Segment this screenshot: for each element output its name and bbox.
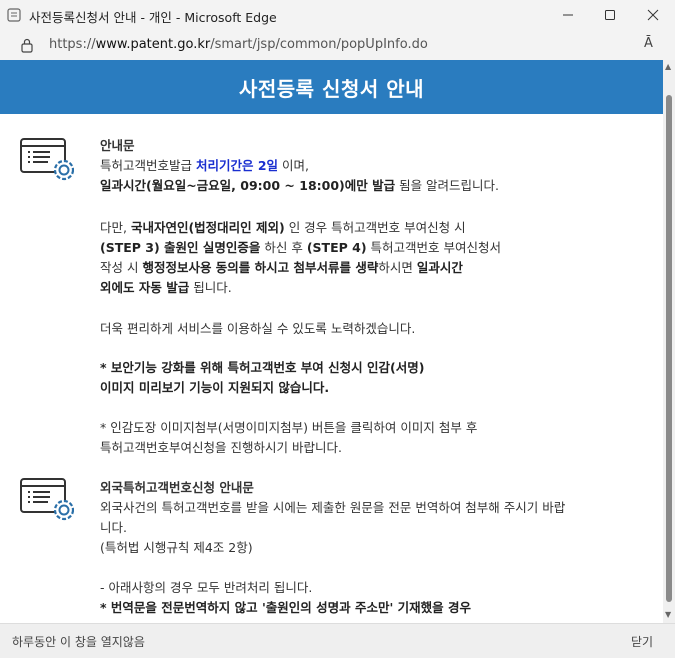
notice-section: 안내문 특허고객번호발급 처리기간은 2일 이며, 일과시간(월요일~금요일, … xyxy=(100,136,645,196)
text-line: 다만, 국내자연인(법정대리인 제외) 인 경우 특허고객번호 부여신청 시 xyxy=(100,220,466,235)
notice-paragraph: 다만, 국내자연인(법정대리인 제외) 인 경우 특허고객번호 부여신청 시 (… xyxy=(100,218,645,298)
window-titlebar: 사전등록신청서 안내 - 개인 - Microsoft Edge xyxy=(0,0,675,30)
text-line: 특허고객번호발급 처리기간은 2일 이며, xyxy=(100,158,309,173)
notice-paragraph: - 아래사항의 경우 모두 반려처리 됩니다. * 번역문을 전문번역하지 않고… xyxy=(100,578,645,618)
maximize-icon xyxy=(605,10,615,20)
popup-footer: 하루동안 이 창을 열지않음 닫기 xyxy=(0,623,675,658)
close-window-button[interactable] xyxy=(631,0,675,30)
notice-paragraph: * 보안기능 강화를 위해 특허고객번호 부여 신청시 인감(서명) 이미지 미… xyxy=(100,358,645,398)
text-line: 특허고객번호부여신청을 진행하시기 바랍니다. xyxy=(100,440,342,455)
dont-show-today-link[interactable]: 하루동안 이 창을 열지않음 xyxy=(12,633,145,650)
lock-icon[interactable] xyxy=(20,37,34,53)
header-band: 사전등록 신청서 안내 xyxy=(0,60,663,114)
section-heading: 외국특허고객번호신청 안내문 xyxy=(100,480,254,495)
section-heading: 안내문 xyxy=(100,138,135,153)
maximize-button[interactable] xyxy=(588,0,632,30)
text-line: * 번역문을 전문번역하지 않고 '출원인의 성명과 주소만' 기재했을 경우 xyxy=(100,600,472,615)
minimize-button[interactable] xyxy=(546,0,590,30)
scroll-up-arrow-icon[interactable]: ▲ xyxy=(665,62,671,71)
notice-paragraph: 더욱 편리하게 서비스를 이용하실 수 있도록 노력하겠습니다. xyxy=(100,319,645,339)
notice-section: 외국특허고객번호신청 안내문 외국사건의 특허고객번호를 받을 시에는 제출한 … xyxy=(100,478,645,558)
notice-content: 안내문 특허고객번호발급 처리기간은 2일 이며, 일과시간(월요일~금요일, … xyxy=(0,114,663,623)
text-line: 작성 시 행정정보사용 동의를 하시고 첨부서류를 생략하시면 일과시간 xyxy=(100,260,463,275)
read-aloud-icon[interactable]: Ā xyxy=(644,36,664,54)
page-title: 사전등록 신청서 안내 xyxy=(238,76,425,101)
text-line: 니다. xyxy=(100,520,127,535)
url-text[interactable]: https://www.patent.go.kr/smart/jsp/commo… xyxy=(49,37,428,52)
text-line: * 인감도장 이미지첨부(서명이미지첨부) 버튼을 클릭하여 이미지 첨부 후 xyxy=(100,420,478,435)
text-line: (STEP 3) 출원인 실명인증을 하신 후 (STEP 4) 특허고객번호 … xyxy=(100,240,502,255)
text-line: (특허법 시행규칙 제4조 2항) xyxy=(100,540,253,555)
scroll-down-arrow-icon[interactable]: ▼ xyxy=(665,610,671,619)
close-icon xyxy=(647,9,659,21)
text-line: 더욱 편리하게 서비스를 이용하실 수 있도록 노력하겠습니다. xyxy=(100,321,416,336)
text-line: 이미지 미리보기 기능이 지원되지 않습니다. xyxy=(100,380,330,395)
text-line: 일과시간(월요일~금요일, 09:00 ~ 18:00)에만 발급 됨을 알려드… xyxy=(100,178,500,193)
text-line: 외국사건의 특허고객번호를 받을 시에는 제출한 원문을 전문 번역하여 첨부해… xyxy=(100,500,566,515)
minimize-icon xyxy=(563,14,573,16)
page-icon xyxy=(7,8,21,22)
text-line: - 아래사항의 경우 모두 반려처리 됩니다. xyxy=(100,580,313,595)
close-link[interactable]: 닫기 xyxy=(631,633,653,650)
window-title: 사전등록신청서 안내 - 개인 - Microsoft Edge xyxy=(29,10,277,25)
document-settings-icon xyxy=(20,478,74,521)
processing-period-highlight: 처리기간은 2일 xyxy=(195,158,279,173)
text-line: * 보안기능 강화를 위해 특허고객번호 부여 신청시 인감(서명) xyxy=(100,360,425,375)
text-line: 외에도 자동 발급 됩니다. xyxy=(100,280,232,295)
notice-paragraph: * 인감도장 이미지첨부(서명이미지첨부) 버튼을 클릭하여 이미지 첨부 후 … xyxy=(100,418,645,458)
scrollbar-thumb[interactable] xyxy=(666,95,672,602)
document-settings-icon xyxy=(20,138,74,181)
address-bar[interactable]: https://www.patent.go.kr/smart/jsp/commo… xyxy=(0,30,675,61)
